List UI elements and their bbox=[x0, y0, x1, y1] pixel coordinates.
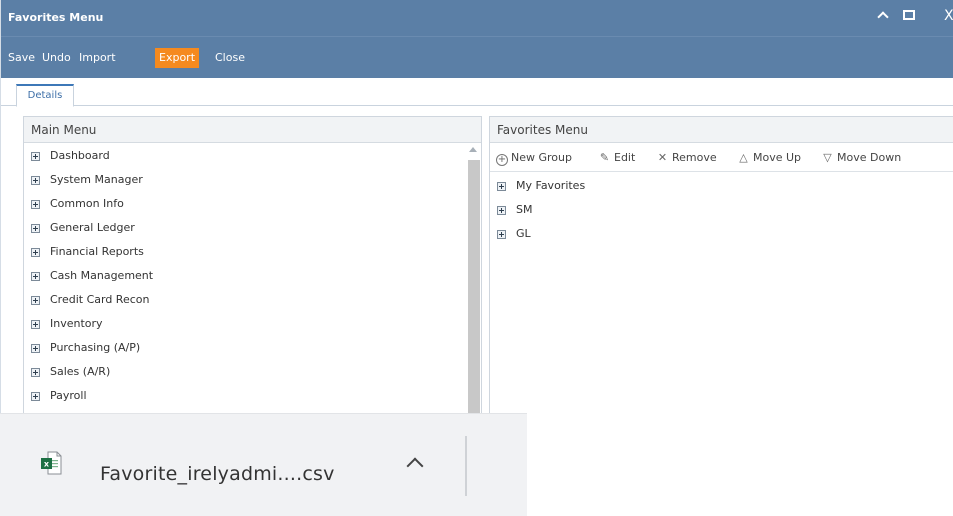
tree-item-label: Financial Reports bbox=[50, 245, 144, 258]
tree-item-label: General Ledger bbox=[50, 221, 135, 234]
expand-icon[interactable] bbox=[31, 224, 40, 233]
save-button[interactable]: Save bbox=[4, 48, 39, 68]
expand-icon[interactable] bbox=[31, 296, 40, 305]
chevron-up-icon bbox=[877, 11, 889, 23]
svg-text:x: x bbox=[44, 460, 50, 469]
expand-icon[interactable] bbox=[31, 176, 40, 185]
new-group-button[interactable]: + New Group bbox=[496, 150, 572, 166]
toolbar: Save Undo Import Export Close bbox=[1, 36, 953, 78]
tab-details[interactable]: Details bbox=[16, 84, 74, 107]
main-menu-panel: Main Menu Dashboard System Manager Commo… bbox=[23, 116, 482, 413]
remove-label: Remove bbox=[672, 151, 717, 164]
tree-item-label: Sales (A/R) bbox=[50, 365, 111, 378]
download-file-name[interactable]: Favorite_irelyadmi....csv bbox=[100, 463, 335, 485]
close-button[interactable]: Close bbox=[211, 48, 249, 68]
circle-plus-icon: + bbox=[496, 154, 508, 166]
triangle-down-icon: ▽ bbox=[823, 151, 832, 164]
favorites-item-label: SM bbox=[516, 203, 533, 216]
favorites-menu-window: Favorites Menu X Save Undo Import Export… bbox=[0, 0, 953, 413]
tree-item-label: Dashboard bbox=[50, 149, 110, 162]
expand-icon[interactable] bbox=[497, 206, 506, 215]
divider bbox=[465, 436, 467, 496]
move-up-button[interactable]: △ Move Up bbox=[737, 150, 801, 166]
expand-icon[interactable] bbox=[31, 392, 40, 401]
export-button[interactable]: Export bbox=[155, 48, 200, 68]
edit-label: Edit bbox=[614, 151, 636, 164]
expand-icon[interactable] bbox=[31, 248, 40, 257]
title-bar: Favorites Menu X bbox=[1, 0, 953, 36]
scroll-thumb[interactable] bbox=[468, 160, 480, 413]
pencil-icon: ✎ bbox=[599, 151, 610, 164]
move-down-button[interactable]: ▽ Move Down bbox=[821, 150, 901, 166]
chevron-up-icon[interactable] bbox=[406, 457, 424, 475]
expand-icon[interactable] bbox=[31, 200, 40, 209]
favorites-item-label: My Favorites bbox=[516, 179, 586, 192]
tree-item-label: System Manager bbox=[50, 173, 143, 186]
x-icon: ✕ bbox=[657, 151, 668, 164]
empty-area bbox=[527, 413, 953, 516]
move-down-label: Move Down bbox=[837, 151, 902, 164]
tree-item-label: Cash Management bbox=[50, 269, 154, 282]
tab-strip: Details bbox=[1, 78, 953, 107]
scroll-up-arrow-icon[interactable] bbox=[469, 147, 477, 152]
undo-button[interactable]: Undo bbox=[38, 48, 75, 68]
tree-item-label: Payroll bbox=[50, 389, 87, 402]
tree-item-label: Purchasing (A/P) bbox=[50, 341, 141, 354]
edit-button[interactable]: ✎ Edit bbox=[598, 150, 635, 166]
expand-icon[interactable] bbox=[31, 272, 40, 281]
collapse-button[interactable] bbox=[877, 6, 889, 27]
maximize-button[interactable] bbox=[903, 6, 915, 26]
expand-icon[interactable] bbox=[31, 368, 40, 377]
window-title: Favorites Menu bbox=[8, 11, 104, 24]
favorites-menu-panel: Favorites Menu + New Group ✎ Edit ✕ Remove … bbox=[489, 116, 953, 413]
favorites-item-label: GL bbox=[516, 227, 531, 240]
new-group-label: New Group bbox=[511, 151, 572, 164]
excel-file-icon: x bbox=[41, 451, 62, 475]
import-button[interactable]: Import bbox=[75, 48, 120, 68]
favorites-menu-header: Favorites Menu bbox=[490, 117, 953, 143]
favorites-toolbar: + New Group ✎ Edit ✕ Remove △ Move Up ▽ Move … bbox=[490, 144, 953, 172]
expand-icon[interactable] bbox=[31, 344, 40, 353]
download-bar: x Favorite_irelyadmi....csv bbox=[0, 413, 527, 516]
triangle-up-icon: △ bbox=[739, 151, 748, 164]
expand-icon[interactable] bbox=[497, 182, 506, 191]
maximize-icon bbox=[903, 10, 915, 20]
expand-icon[interactable] bbox=[497, 230, 506, 239]
tree-item-label: Inventory bbox=[50, 317, 103, 330]
close-window-button[interactable]: X bbox=[944, 6, 953, 26]
remove-button[interactable]: ✕ Remove bbox=[656, 150, 717, 166]
main-menu-scrollbar[interactable] bbox=[467, 144, 481, 413]
main-menu-header: Main Menu bbox=[24, 117, 481, 143]
tree-item-label: Credit Card Recon bbox=[50, 293, 150, 306]
expand-icon[interactable] bbox=[31, 152, 40, 161]
move-up-label: Move Up bbox=[753, 151, 802, 164]
tree-item-label: Common Info bbox=[50, 197, 124, 210]
expand-icon[interactable] bbox=[31, 320, 40, 329]
